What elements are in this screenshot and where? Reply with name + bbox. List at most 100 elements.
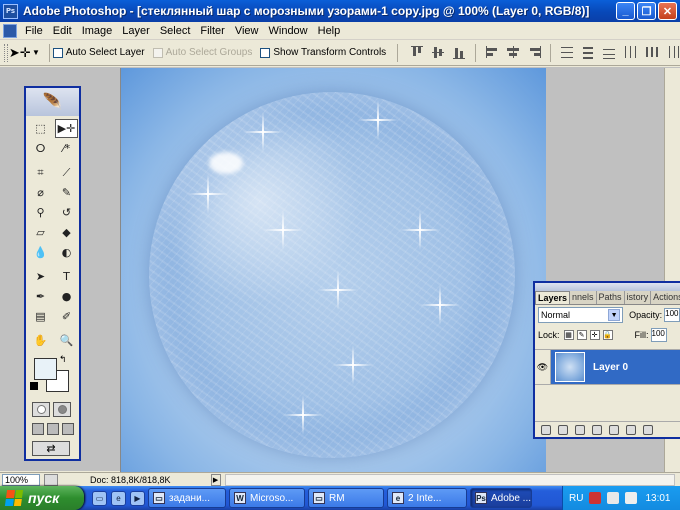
- jump-to-imageready-button[interactable]: ⇄: [32, 441, 70, 456]
- distribute-horizontal-centers-icon[interactable]: [643, 44, 659, 60]
- menu-filter[interactable]: Filter: [195, 25, 229, 37]
- brush-tool-icon[interactable]: ✎: [55, 183, 78, 202]
- new-group-icon[interactable]: [609, 424, 619, 435]
- eyedropper-tool-icon[interactable]: ✐: [55, 307, 78, 326]
- task-button-word[interactable]: W Microso...: [229, 488, 305, 508]
- lock-position-icon[interactable]: ✛: [589, 330, 600, 340]
- full-screen-menu-mode-icon[interactable]: [47, 423, 59, 435]
- align-left-edges-icon[interactable]: [484, 44, 500, 60]
- healing-brush-tool-icon[interactable]: ⌀: [29, 183, 52, 202]
- network-icon[interactable]: [607, 492, 620, 504]
- paint-bucket-tool-icon[interactable]: ◆: [55, 223, 78, 242]
- language-indicator[interactable]: RU: [569, 493, 583, 504]
- path-selection-tool-icon[interactable]: ➤: [29, 267, 52, 286]
- task-button-1[interactable]: ▭ задани...: [148, 488, 226, 508]
- shape-tool-icon[interactable]: ●: [55, 287, 78, 306]
- pen-tool-icon[interactable]: ✒: [29, 287, 52, 306]
- task-button-photoshop[interactable]: Ps Adobe ...: [470, 488, 532, 508]
- marquee-tool-icon[interactable]: ⬚: [29, 119, 52, 138]
- standard-screen-mode-icon[interactable]: [32, 423, 44, 435]
- menu-window[interactable]: Window: [264, 25, 313, 37]
- distribute-right-edges-icon[interactable]: [664, 44, 680, 60]
- layer-row[interactable]: 👁 Layer 0: [535, 349, 680, 385]
- minimize-button[interactable]: _: [616, 2, 635, 20]
- distribute-top-edges-icon[interactable]: [559, 44, 575, 60]
- chevron-down-icon[interactable]: ▼: [32, 48, 40, 57]
- menu-select[interactable]: Select: [155, 25, 196, 37]
- type-tool-icon[interactable]: T: [55, 267, 78, 286]
- show-transform-controls-checkbox[interactable]: Show Transform Controls: [260, 47, 386, 58]
- menu-edit[interactable]: Edit: [48, 25, 77, 37]
- document-canvas[interactable]: [120, 68, 546, 472]
- opacity-input[interactable]: 100: [664, 308, 680, 322]
- auto-select-layer-checkbox[interactable]: Auto Select Layer: [52, 47, 145, 58]
- crop-tool-icon[interactable]: ⌗: [29, 163, 52, 182]
- panel-titlebar[interactable]: [535, 283, 680, 291]
- slice-tool-icon[interactable]: ⟋: [55, 163, 78, 182]
- close-button[interactable]: ✕: [658, 2, 677, 20]
- eye-icon[interactable]: 👁: [535, 350, 551, 384]
- align-top-edges-icon[interactable]: [409, 44, 425, 60]
- blur-tool-icon[interactable]: 💧: [29, 243, 52, 262]
- standard-mode-button[interactable]: [32, 402, 50, 417]
- menu-image[interactable]: Image: [77, 25, 118, 37]
- status-preview-icon[interactable]: [44, 473, 58, 486]
- move-tool-icon[interactable]: ▶✛: [55, 119, 78, 138]
- tab-actions[interactable]: Actions: [651, 291, 680, 304]
- align-horizontal-centers-icon[interactable]: [505, 44, 521, 60]
- dodge-tool-icon[interactable]: ◐: [55, 243, 78, 262]
- swap-colors-icon[interactable]: ↰: [59, 354, 67, 365]
- tab-channels[interactable]: nnels: [570, 291, 597, 304]
- adjustment-layer-icon[interactable]: [592, 424, 602, 435]
- internet-explorer-icon[interactable]: e: [111, 490, 126, 506]
- lock-image-icon[interactable]: ✎: [576, 330, 587, 340]
- history-brush-tool-icon[interactable]: ↺: [55, 203, 78, 222]
- lock-transparent-icon[interactable]: ▦: [563, 330, 574, 340]
- lasso-tool-icon[interactable]: ⵔ: [29, 139, 52, 158]
- task-button-folder[interactable]: ▭ RM: [308, 488, 384, 508]
- menu-layer[interactable]: Layer: [117, 25, 155, 37]
- hand-tool-icon[interactable]: ✋: [29, 331, 52, 350]
- menu-help[interactable]: Help: [313, 25, 346, 37]
- adobe-feather-icon[interactable]: 🪶: [26, 88, 79, 116]
- move-tool-preset-icon[interactable]: ➤✛: [8, 43, 32, 63]
- restore-button[interactable]: ❐: [637, 2, 656, 20]
- lock-all-icon[interactable]: 🔒: [602, 330, 613, 340]
- full-screen-mode-icon[interactable]: [62, 423, 74, 435]
- distribute-left-edges-icon[interactable]: [622, 44, 638, 60]
- link-layers-icon[interactable]: [541, 424, 551, 435]
- tab-history[interactable]: istory: [624, 291, 652, 304]
- distribute-bottom-edges-icon[interactable]: [601, 44, 617, 60]
- zoom-tool-icon[interactable]: 🔍: [55, 331, 78, 350]
- distribute-vertical-centers-icon[interactable]: [580, 44, 596, 60]
- horizontal-scrollbar[interactable]: [224, 473, 675, 486]
- quick-mask-mode-button[interactable]: [53, 402, 71, 417]
- tab-paths[interactable]: Paths: [596, 291, 625, 304]
- magic-wand-tool-icon[interactable]: ⁄*: [55, 139, 78, 158]
- blend-mode-select[interactable]: Normal ▼: [538, 307, 624, 323]
- status-menu-arrow-icon[interactable]: ▶: [210, 473, 221, 486]
- media-player-icon[interactable]: ▶: [130, 490, 145, 506]
- menu-file[interactable]: File: [20, 25, 48, 37]
- start-button[interactable]: пуск: [0, 486, 84, 510]
- show-desktop-icon[interactable]: ▭: [92, 490, 107, 506]
- layer-style-icon[interactable]: [558, 424, 568, 435]
- zoom-field[interactable]: 100%: [2, 473, 40, 486]
- task-button-ie[interactable]: e2 Inte...: [387, 488, 467, 508]
- clone-stamp-tool-icon[interactable]: ⚲: [29, 203, 52, 222]
- new-layer-icon[interactable]: [626, 424, 636, 435]
- eraser-tool-icon[interactable]: ▱: [29, 223, 52, 242]
- default-colors-icon[interactable]: [30, 382, 38, 390]
- photoshop-app-icon[interactable]: Ps: [3, 3, 18, 19]
- trash-icon[interactable]: [643, 424, 653, 435]
- align-right-edges-icon[interactable]: [526, 44, 542, 60]
- layer-mask-icon[interactable]: [575, 424, 585, 435]
- foreground-color-swatch[interactable]: [34, 358, 57, 380]
- fill-input[interactable]: 100: [650, 328, 667, 342]
- tab-layers[interactable]: Layers: [535, 291, 571, 304]
- align-bottom-edges-icon[interactable]: [451, 44, 467, 60]
- align-vertical-centers-icon[interactable]: [430, 44, 446, 60]
- antivirus-icon[interactable]: [589, 492, 602, 504]
- menu-view[interactable]: View: [230, 25, 264, 37]
- document-icon[interactable]: [3, 23, 17, 38]
